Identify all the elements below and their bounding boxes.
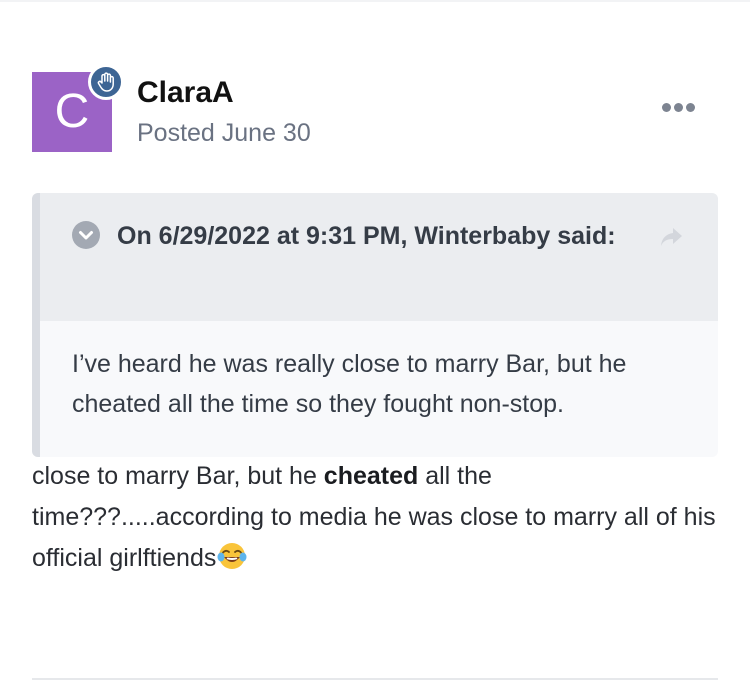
bottom-divider xyxy=(32,678,718,680)
post-content: close to marry Bar, but he cheated all t… xyxy=(32,456,722,579)
more-dot xyxy=(685,102,695,112)
hand-icon xyxy=(97,72,114,92)
more-dot xyxy=(673,102,683,112)
quote-block: On 6/29/2022 at 9:31 PM, Winterbaby said… xyxy=(32,193,718,457)
post-text: close to marry Bar, but he xyxy=(32,462,324,490)
share-arrow-icon[interactable] xyxy=(658,225,686,249)
post-date[interactable]: Posted June 30 xyxy=(137,117,311,149)
post-text-bold: cheated xyxy=(323,462,419,490)
quote-left-border xyxy=(32,193,40,457)
tears-of-joy-emoji xyxy=(216,540,248,572)
member-badge xyxy=(88,64,124,100)
more-dots-icon xyxy=(661,102,671,112)
quote-body: I’ve heard he was really close to marry … xyxy=(72,350,627,418)
top-divider xyxy=(0,0,750,2)
forum-post: C ClaraA Posted June 30 On 6/29/2022 at … xyxy=(0,0,750,686)
quote-header xyxy=(40,193,718,321)
more-options-button[interactable] xyxy=(656,94,700,120)
quote-citation[interactable]: On 6/29/2022 at 9:31 PM, Winterbaby said… xyxy=(72,216,632,256)
author-name[interactable]: ClaraA xyxy=(137,74,234,112)
